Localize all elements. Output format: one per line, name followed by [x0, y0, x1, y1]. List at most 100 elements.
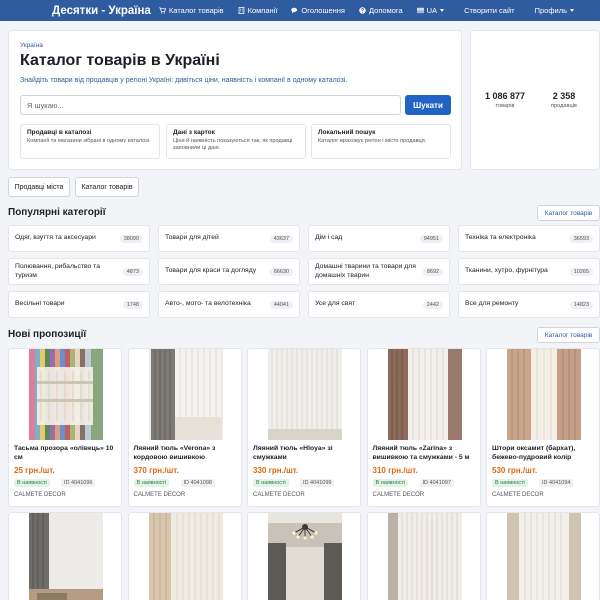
nav-catalog-label: Каталог товарів: [168, 6, 224, 15]
category-item[interactable]: Товари для дітей 43637: [158, 225, 300, 252]
category-grid: Одяг, взуття та аксесуари 38090 Товари дл…: [8, 225, 600, 318]
category-name: Авто-, мото- та велотехніка: [165, 300, 251, 308]
category-count: 2442: [422, 300, 443, 309]
nav-companies[interactable]: Компанії: [238, 6, 277, 15]
product-id-badge: ID 4041094: [539, 479, 574, 487]
search-button[interactable]: Шукати: [405, 95, 451, 115]
category-item[interactable]: Техніка та електроніка 36593: [458, 225, 600, 252]
product-card[interactable]: [366, 512, 481, 600]
product-id-badge: ID 4041098: [180, 479, 215, 487]
category-item[interactable]: Дім і сад 94951: [308, 225, 450, 252]
product-card[interactable]: Тасьма прозора «олівець» 10 см 25 грн./ш…: [8, 348, 122, 507]
product-image-white-tulle[interactable]: [268, 349, 342, 440]
stat-products: 1 086 877 товарів: [485, 91, 525, 109]
info-title: Локальний пошук: [318, 129, 376, 136]
product-card[interactable]: Ляяний тюль «Verona» з кордовою вишивкою…: [127, 348, 242, 507]
info-text: Компанії та магазини зібрані в одному ка…: [27, 138, 151, 144]
navbar: Десятки - Україна Каталог товарів Компан…: [0, 0, 600, 21]
info-title: Продавці в каталозі: [27, 129, 92, 136]
seller-name[interactable]: CALMETE DECOR: [134, 492, 186, 498]
nav-catalog[interactable]: Каталог товарів: [158, 6, 224, 15]
product-image-beige-curtain[interactable]: [507, 349, 581, 440]
product-price: 530 грн./шт.: [492, 466, 538, 475]
seller-name[interactable]: CALMETE DECOR: [492, 492, 544, 498]
product-image-white-beige-curtain[interactable]: [148, 513, 223, 600]
category-count: 38090: [119, 234, 143, 243]
category-item[interactable]: Все для ремонту 14823: [458, 291, 600, 318]
product-price: 310 грн./шт.: [372, 466, 418, 475]
category-item[interactable]: Усе для свят 2442: [308, 291, 450, 318]
product-title[interactable]: Ляяний тюль «Zarina» з вишивкою та смужк…: [373, 445, 479, 463]
category-name: Техніка та електроніка: [465, 234, 536, 242]
search-input[interactable]: [20, 95, 401, 115]
categories-catalog-link[interactable]: Каталог товарів: [537, 205, 600, 221]
hero-panel: Україна Каталог товарів в Україні Знайді…: [8, 30, 462, 170]
product-grid: Тасьма прозора «олівець» 10 см 25 грн./ш…: [8, 348, 600, 600]
category-name: Все для ремонту: [465, 300, 519, 308]
category-count: 36593: [569, 234, 593, 243]
product-card[interactable]: Ляяний тюль «Hloya» зі смужками 330 грн.…: [247, 348, 361, 507]
seller-name[interactable]: CALMETE DECOR: [253, 492, 305, 498]
product-title[interactable]: Ляяний тюль «Hloya» зі смужками: [253, 445, 359, 463]
category-count: 1748: [122, 300, 143, 309]
product-image-grey-room-curtain[interactable]: [29, 513, 103, 600]
profile-dropdown[interactable]: Профиль: [535, 6, 574, 15]
categories-title: Популярні категорії: [8, 207, 106, 218]
info-text: Каталог враховує регіон і місто продавця…: [318, 138, 427, 144]
new-offers-title: Нові пропозиції: [8, 329, 87, 340]
category-item[interactable]: Весільні товари 1748: [8, 291, 150, 318]
product-image-white-lace-tulle[interactable]: [507, 513, 581, 600]
category-count: 8692: [422, 267, 443, 276]
category-count: 66630: [269, 267, 293, 276]
product-image-chandelier-room[interactable]: [268, 513, 342, 600]
nav-links: Каталог товарів Компанії Оголошення Допо…: [158, 6, 417, 15]
category-item[interactable]: Одяг, взуття та аксесуари 38090: [8, 225, 150, 252]
category-count: 44041: [269, 300, 293, 309]
product-card[interactable]: [127, 512, 242, 600]
category-item[interactable]: Полювання, рибальство та туризм 4873: [8, 258, 150, 285]
info-title: Дані з карток: [173, 129, 215, 136]
category-name: Полювання, рибальство та туризм: [15, 263, 100, 279]
product-title[interactable]: Ляяний тюль «Verona» з кордовою вишивкою: [134, 445, 240, 463]
page-title: Каталог товарів в Україні: [20, 52, 220, 69]
profile-label: Профиль: [534, 6, 567, 15]
product-image-striped-tulle[interactable]: [387, 513, 462, 600]
product-card[interactable]: Штори оксамит (бархат), бежево-пудровий …: [486, 348, 600, 507]
city-sellers-button[interactable]: Продавці міста: [8, 177, 70, 197]
info-box-sellers: Продавці в каталозі Компанії та магазини…: [20, 124, 160, 159]
product-card[interactable]: [8, 512, 122, 600]
seller-name[interactable]: CALMETE DECOR: [373, 492, 425, 498]
category-item[interactable]: Домашні тварини та товари для домашніх т…: [308, 258, 450, 285]
product-price: 25 грн./шт.: [14, 466, 55, 475]
product-card[interactable]: [247, 512, 361, 600]
seller-name[interactable]: CALMETE DECOR: [14, 492, 66, 498]
category-item[interactable]: Тканини, хутро, фурнітура 10265: [458, 258, 600, 285]
product-price: 330 грн./шт.: [253, 466, 299, 475]
brand-logo[interactable]: Десятки - Україна: [52, 5, 151, 17]
create-site-label: Створити сайт: [464, 6, 515, 15]
create-site-link[interactable]: Створити сайт: [464, 6, 515, 15]
products-catalog-link[interactable]: Каталог товарів: [537, 327, 600, 343]
page-subtitle: Знайдіть товари від продавців у регіоні …: [20, 77, 348, 84]
language-dropdown[interactable]: UA: [416, 6, 445, 15]
stock-badge: В наявності: [253, 479, 289, 487]
product-id-badge: ID 4041096: [61, 479, 96, 487]
info-text: Ціни й наявність показуються так, як про…: [173, 138, 293, 152]
breadcrumb[interactable]: Україна: [20, 42, 43, 49]
product-image-fabric-swatches[interactable]: [29, 349, 103, 440]
product-title[interactable]: Тасьма прозора «олівець» 10 см: [14, 445, 120, 463]
flag-icon: [416, 7, 424, 14]
chevron-down-icon: [440, 9, 445, 12]
category-item[interactable]: Товари для краси та догляду 66630: [158, 258, 300, 285]
nav-ads[interactable]: Оголошення: [291, 6, 345, 15]
product-title[interactable]: Штори оксамит (бархат), бежево-пудровий …: [492, 445, 598, 463]
category-name: Домашні тварини та товари для домашніх т…: [315, 263, 416, 279]
category-item[interactable]: Авто-, мото- та велотехніка 44041: [158, 291, 300, 318]
cart-icon: [158, 7, 166, 14]
product-card[interactable]: Ляяний тюль «Zarina» з вишивкою та смужк…: [366, 348, 481, 507]
product-image-brown-curtain[interactable]: [387, 349, 462, 440]
product-image-grey-curtain[interactable]: [148, 349, 223, 440]
nav-help[interactable]: Допомога: [359, 6, 403, 15]
product-card[interactable]: [486, 512, 600, 600]
catalog-button[interactable]: Каталог товарів: [75, 177, 139, 197]
